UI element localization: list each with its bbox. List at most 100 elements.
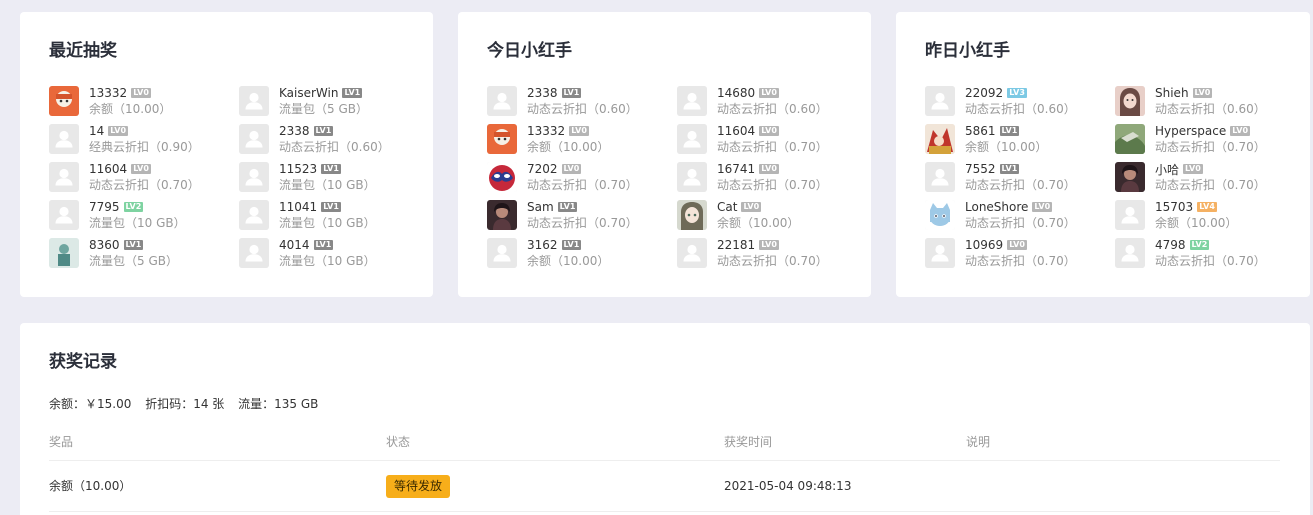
prize-text: 动态云折扣（0.60） — [1155, 102, 1266, 116]
user-line: KaiserWin LV1 — [279, 85, 368, 101]
prize-records-title: 获奖记录 — [49, 352, 117, 372]
header-note: 说明 — [966, 435, 991, 449]
user-info: 11604 LV0 动态云折扣（0.70） — [717, 123, 828, 155]
user-info: LoneShore LV0 动态云折扣（0.70） — [965, 199, 1076, 231]
list-item: 8360 LV1 流量包（5 GB） — [49, 237, 239, 275]
avatar — [1115, 86, 1145, 116]
user-name: Shieh — [1155, 86, 1189, 100]
user-name: 7795 — [89, 200, 120, 214]
list-item: 22092 LV3 动态云折扣（0.60） — [925, 85, 1115, 123]
level-badge: LV1 — [321, 164, 341, 174]
level-badge: LV0 — [561, 164, 582, 174]
avatar — [925, 124, 955, 154]
yesterday-lucky-card: 昨日小红手 22092 LV3 动态云折扣（0.60） Shieh LV0 动态云折扣（0… — [896, 12, 1310, 297]
prize-text: 动态云折扣（0.60） — [279, 140, 390, 154]
level-badge: LV0 — [759, 164, 779, 174]
list-item: 4014 LV1 流量包（10 GB） — [239, 237, 419, 275]
level-badge: LV3 — [1007, 88, 1027, 98]
level-badge: LV0 — [108, 126, 129, 136]
level-badge: LV1 — [123, 240, 144, 250]
list-item: 小哈 LV0 动态云折扣（0.70） — [1115, 161, 1295, 199]
avatar — [239, 124, 269, 154]
list-item: Cat LV0 余额（10.00） — [677, 199, 857, 237]
user-name: 3162 — [527, 238, 558, 252]
header-status: 状态 — [386, 435, 411, 449]
user-name: 16741 — [717, 162, 756, 176]
user-line: 4014 LV1 — [279, 237, 376, 253]
list-item: 16741 LV0 动态云折扣（0.70） — [677, 161, 857, 199]
level-badge: LV0 — [759, 240, 779, 250]
user-line: 22092 LV3 — [965, 85, 1076, 101]
today-lucky-card: 今日小红手 2338 LV1 动态云折扣（0.60） 14680 LV0 动态云折扣（0.… — [458, 12, 871, 297]
avatar — [239, 162, 269, 192]
prize-text: 余额（10.00） — [965, 140, 1048, 154]
user-name: 13332 — [89, 86, 128, 100]
list-item: 13332 LV0 余额（10.00） — [487, 123, 677, 161]
user-line: 11523 LV1 — [279, 161, 376, 177]
yesterday-lucky-title: 昨日小红手 — [925, 41, 1010, 61]
user-line: Sam LV1 — [527, 199, 638, 215]
user-name: 7552 — [965, 162, 996, 176]
list-item: 2338 LV1 动态云折扣（0.60） — [487, 85, 677, 123]
recent-draws-list: 13332 LV0 余额（10.00） KaiserWin LV1 流量包（5 GB） 14… — [49, 85, 419, 275]
user-line: 13332 LV0 — [527, 123, 609, 139]
user-line: 11604 LV0 — [717, 123, 828, 139]
user-line: 14680 LV0 — [717, 85, 828, 101]
user-line: 11604 LV0 — [89, 161, 200, 177]
prize-text: 动态云折扣（0.70） — [717, 178, 828, 192]
level-badge: LV2 — [123, 202, 144, 212]
avatar — [677, 162, 707, 192]
level-badge: LV0 — [1007, 240, 1027, 250]
user-name: 11523 — [279, 162, 318, 176]
avatar — [1115, 162, 1145, 192]
avatar — [49, 238, 79, 268]
prize-text: 流量包（10 GB） — [279, 254, 376, 268]
user-name: 4014 — [279, 238, 310, 252]
user-line: LoneShore LV0 — [965, 199, 1076, 215]
user-name: 14680 — [717, 86, 756, 100]
list-item: 7795 LV2 流量包（10 GB） — [49, 199, 239, 237]
user-info: Shieh LV0 动态云折扣（0.60） — [1155, 85, 1266, 117]
user-info: 4798 LV2 动态云折扣（0.70） — [1155, 237, 1266, 269]
header-time: 获奖时间 — [724, 435, 773, 449]
avatar — [1115, 124, 1145, 154]
user-info: 3162 LV1 余额（10.00） — [527, 237, 609, 269]
list-item: 11604 LV0 动态云折扣（0.70） — [49, 161, 239, 199]
user-line: 5861 LV1 — [965, 123, 1047, 139]
user-line: 22181 LV0 — [717, 237, 828, 253]
level-badge: LV1 — [561, 88, 582, 98]
prize-text: 动态云折扣（0.60） — [527, 102, 638, 116]
list-item: 11523 LV1 流量包（10 GB） — [239, 161, 419, 199]
records-summary: 余额：￥15.00 折扣码：14 张 流量：135 GB — [49, 395, 328, 412]
list-item: 11041 LV1 流量包（10 GB） — [239, 199, 419, 237]
recent-draws-title: 最近抽奖 — [49, 41, 117, 61]
prize-text: 动态云折扣（0.70） — [965, 216, 1076, 230]
table-row: 余额（10.00） 等待发放 2021-05-04 09:48:13 — [49, 462, 1280, 512]
recent-draws-card: 最近抽奖 13332 LV0 余额（10.00） KaiserWin LV1 流量包（5 … — [20, 12, 433, 297]
avatar — [487, 124, 517, 154]
user-info: 4014 LV1 流量包（10 GB） — [279, 237, 376, 269]
level-badge: LV0 — [1032, 202, 1053, 212]
avatar — [677, 86, 707, 116]
user-info: 11523 LV1 流量包（10 GB） — [279, 161, 376, 193]
level-badge: LV1 — [999, 164, 1020, 174]
user-name: 11604 — [717, 124, 756, 138]
level-badge: LV1 — [342, 88, 363, 98]
avatar — [49, 200, 79, 230]
prize-text: 余额（10.00） — [717, 216, 800, 230]
level-badge: LV1 — [561, 240, 582, 250]
list-item: LoneShore LV0 动态云折扣（0.70） — [925, 199, 1115, 237]
user-info: 14 LV0 经典云折扣（0.90） — [89, 123, 200, 155]
today-lucky-list: 2338 LV1 动态云折扣（0.60） 14680 LV0 动态云折扣（0.60） 133… — [487, 85, 857, 275]
coupon-summary: 折扣码：14 张 — [145, 397, 225, 411]
list-item: 4798 LV2 动态云折扣（0.70） — [1115, 237, 1295, 275]
prize-text: 动态云折扣（0.70） — [1155, 178, 1266, 192]
user-name: 14 — [89, 124, 105, 138]
user-name: 小哈 — [1155, 162, 1180, 177]
user-info: 14680 LV0 动态云折扣（0.60） — [717, 85, 828, 117]
level-badge: LV0 — [1183, 164, 1203, 174]
user-info: 10969 LV0 动态云折扣（0.70） — [965, 237, 1076, 269]
avatar — [487, 238, 517, 268]
user-line: 8360 LV1 — [89, 237, 178, 253]
prize-text: 动态云折扣（0.70） — [1155, 140, 1266, 154]
